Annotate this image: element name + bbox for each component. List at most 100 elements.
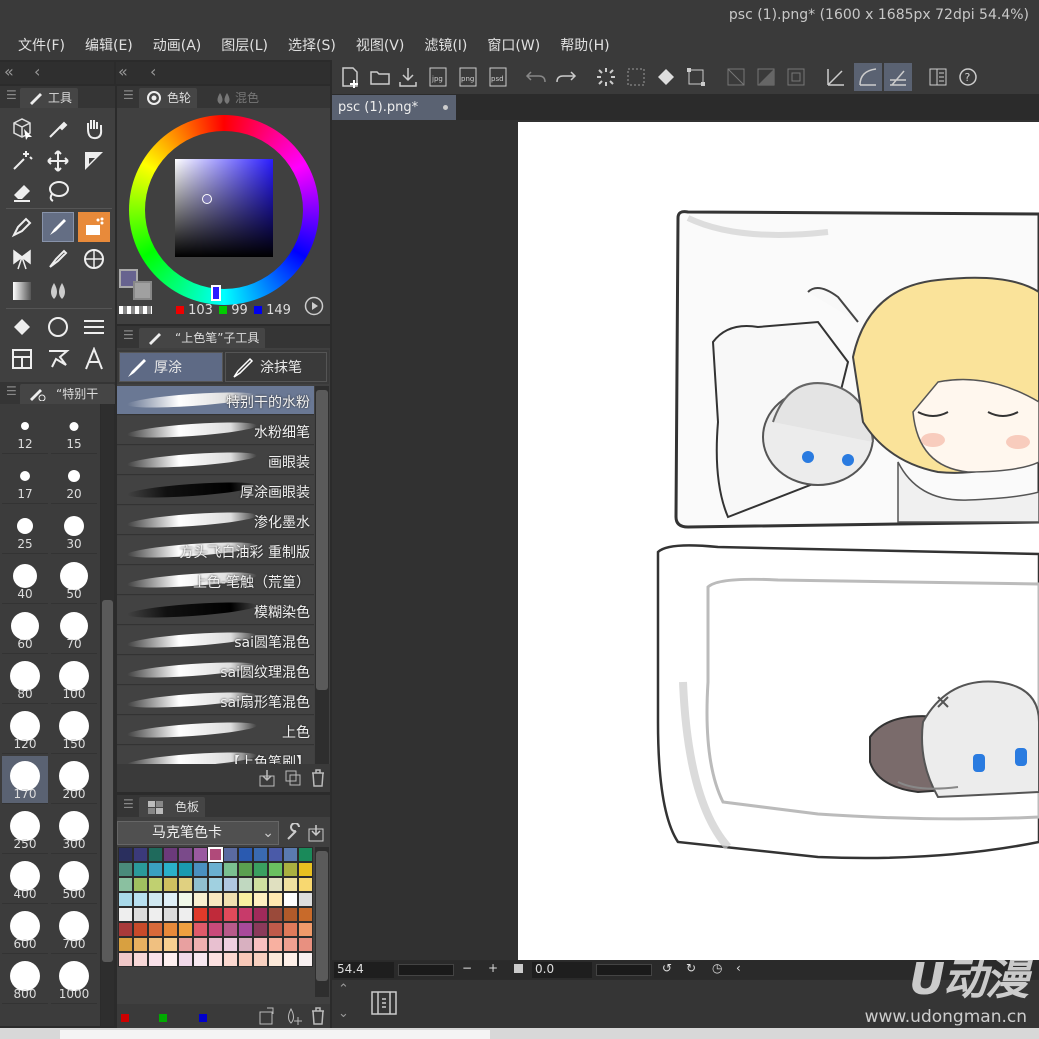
color-swatch[interactable]	[268, 937, 283, 952]
subtool-group-impasto[interactable]: 厚涂	[119, 352, 223, 382]
menu-animation[interactable]: 动画(A)	[143, 35, 212, 55]
color-swatch[interactable]	[208, 952, 223, 967]
mask-icon[interactable]	[752, 63, 780, 91]
brush-size-option[interactable]: 12	[2, 406, 48, 454]
brush-list-item[interactable]: 水粉细笔	[117, 416, 314, 445]
color-swatch[interactable]	[118, 862, 133, 877]
color-swatch[interactable]	[178, 952, 193, 967]
color-swatch[interactable]	[118, 877, 133, 892]
color-mix-tab[interactable]: 混色	[207, 88, 265, 108]
color-swatch[interactable]	[223, 952, 238, 967]
color-swatch[interactable]	[253, 922, 268, 937]
color-swatch[interactable]	[268, 847, 283, 862]
color-swatch[interactable]	[133, 877, 148, 892]
sub-color-swatch[interactable]	[133, 281, 152, 300]
zoom-in-icon[interactable]: +	[488, 961, 498, 975]
color-swatch[interactable]	[133, 907, 148, 922]
panel-menu-icon[interactable]: ☰	[6, 384, 17, 398]
palette-set-select[interactable]: 马克笔色卡 ⌄	[117, 821, 279, 845]
export-jpg-icon[interactable]: jpg	[424, 63, 452, 91]
rotation-input[interactable]: 0.0	[532, 962, 592, 978]
color-swatch[interactable]	[178, 877, 193, 892]
panel-menu-icon[interactable]: ☰	[123, 88, 134, 102]
color-swatch[interactable]	[223, 937, 238, 952]
color-swatch[interactable]	[118, 892, 133, 907]
color-swatch-grid[interactable]	[118, 847, 314, 997]
wrench-icon[interactable]	[284, 822, 304, 847]
clear-selection-icon[interactable]	[622, 63, 650, 91]
color-swatch[interactable]	[193, 847, 208, 862]
text-icon[interactable]	[78, 344, 110, 374]
decoration-icon[interactable]	[6, 244, 38, 274]
brush-size-option[interactable]: 500	[51, 856, 97, 904]
color-swatch[interactable]	[178, 892, 193, 907]
color-swatch[interactable]	[223, 922, 238, 937]
color-swatch[interactable]	[133, 892, 148, 907]
color-swatch[interactable]	[238, 877, 253, 892]
color-swatch[interactable]	[253, 937, 268, 952]
zoom-out-icon[interactable]: −	[462, 961, 472, 975]
help-icon[interactable]: ?	[954, 63, 982, 91]
menu-view[interactable]: 视图(V)	[346, 35, 415, 55]
brush-size-option[interactable]: 25	[2, 506, 48, 554]
color-swatch[interactable]	[283, 937, 298, 952]
color-swatch[interactable]	[268, 922, 283, 937]
color-swatch[interactable]	[193, 877, 208, 892]
rotate-right-icon[interactable]: ↻	[686, 961, 696, 975]
spinner-icon[interactable]	[592, 63, 620, 91]
color-swatch[interactable]	[238, 907, 253, 922]
zoom-input[interactable]: 54.4	[334, 962, 394, 978]
color-wheel-tab[interactable]: 色轮	[139, 88, 198, 108]
magic-wand-icon[interactable]	[6, 146, 38, 176]
undo-icon[interactable]	[522, 63, 550, 91]
brush-list-item[interactable]: 画眼装	[117, 446, 314, 475]
transparent-color-swatch[interactable]	[119, 306, 152, 314]
ruler-icon[interactable]	[78, 146, 110, 176]
menu-help[interactable]: 帮助(H)	[550, 35, 619, 55]
color-swatch[interactable]	[253, 877, 268, 892]
color-swatch[interactable]	[148, 907, 163, 922]
subtool-group-smudge[interactable]: 涂抹笔	[225, 352, 327, 382]
brush-size-option[interactable]: 800	[2, 956, 48, 1004]
color-swatch[interactable]	[118, 847, 133, 862]
brush-size-option[interactable]: 150	[51, 706, 97, 754]
color-swatch[interactable]	[133, 862, 148, 877]
menu-layer[interactable]: 图层(L)	[211, 35, 278, 55]
color-swatch[interactable]	[298, 862, 313, 877]
brush-size-option[interactable]: 1000	[51, 956, 97, 1004]
subtool-tab[interactable]: “上色笔”子工具	[139, 328, 266, 348]
tool-panel-tab[interactable]: 工具	[20, 88, 79, 108]
brush-size-option[interactable]: 400	[2, 856, 48, 904]
show-area-icon[interactable]	[722, 63, 750, 91]
expand-down-icon[interactable]: ⌄	[338, 1006, 349, 1021]
color-swatch[interactable]	[193, 862, 208, 877]
color-swatch[interactable]	[208, 892, 223, 907]
brush-list-item[interactable]: 模糊染色	[117, 596, 314, 625]
balloon-icon[interactable]	[42, 344, 74, 374]
reset-rotation-icon[interactable]: ◷	[712, 961, 722, 975]
color-swatch[interactable]	[223, 862, 238, 877]
sv-cursor[interactable]	[202, 194, 212, 204]
color-swatch[interactable]	[238, 847, 253, 862]
brush-size-option[interactable]: 600	[2, 906, 48, 954]
figure-circle-icon[interactable]	[42, 312, 74, 342]
color-swatch[interactable]	[283, 862, 298, 877]
rotate-left-icon[interactable]: ↺	[662, 961, 672, 975]
brush-size-option[interactable]: 30	[51, 506, 97, 554]
rotation-slider[interactable]	[596, 964, 652, 976]
canvas-area[interactable]	[332, 120, 1039, 960]
brush-size-option[interactable]: 50	[51, 556, 97, 604]
color-swatch[interactable]	[148, 922, 163, 937]
color-swatch[interactable]	[238, 952, 253, 967]
color-swatch[interactable]	[268, 892, 283, 907]
color-swatch[interactable]	[253, 892, 268, 907]
color-swatch[interactable]	[163, 922, 178, 937]
transform-icon[interactable]	[682, 63, 710, 91]
lasso-icon[interactable]	[42, 176, 74, 206]
panel-layout-icon[interactable]	[924, 63, 952, 91]
frame-toggle-icon[interactable]	[782, 63, 810, 91]
object-select-icon[interactable]	[6, 114, 38, 144]
brush-list-item[interactable]: 厚涂画眼装	[117, 476, 314, 505]
snap-ruler-icon[interactable]	[822, 63, 850, 91]
play-icon[interactable]	[304, 296, 324, 320]
